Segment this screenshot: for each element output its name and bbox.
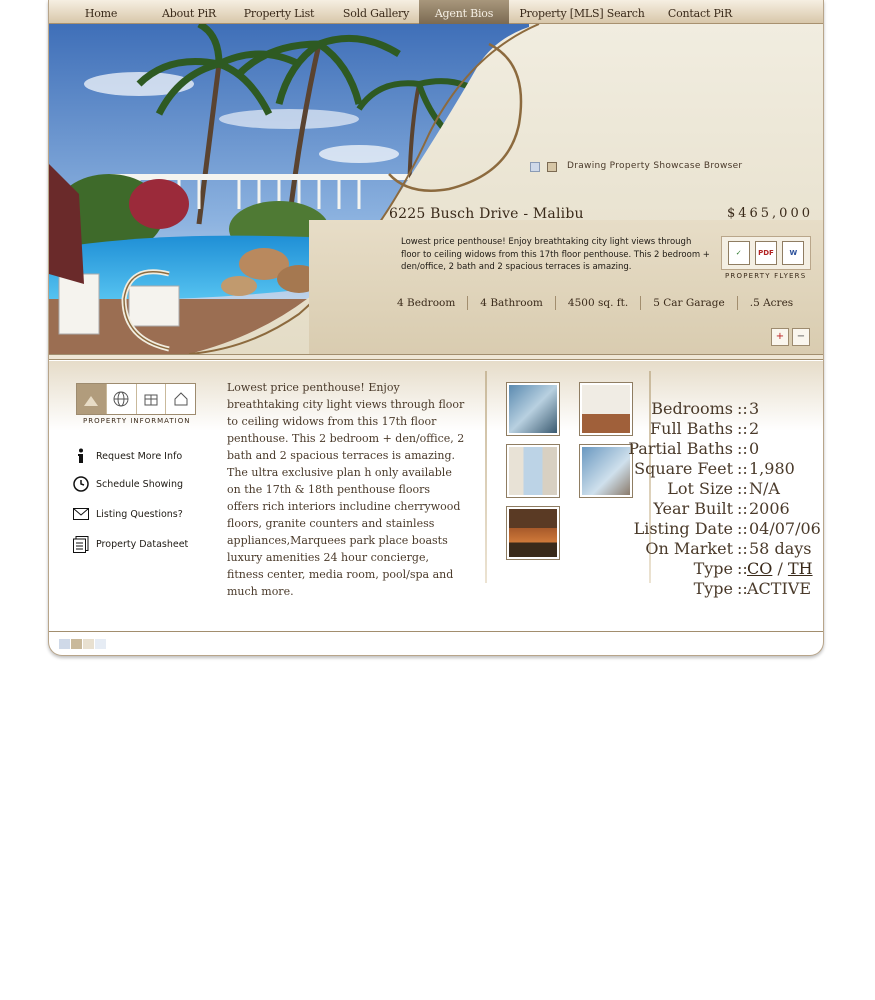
request-info-label: Request More Info [96, 450, 183, 462]
thumbnail-4[interactable] [579, 444, 633, 498]
property-datasheet-label: Property Datasheet [96, 538, 189, 550]
footer-divider [49, 631, 823, 632]
column-divider [485, 371, 487, 583]
nav-contact[interactable]: Contact PiR [655, 0, 745, 24]
fact-value: 2006 [749, 499, 790, 518]
word-icon[interactable]: W [782, 241, 805, 265]
fact-separator: :: [737, 499, 748, 518]
fact-value: 3 [749, 399, 760, 418]
fact-label: Type [693, 559, 733, 578]
fact-label: On Market [645, 539, 733, 558]
swatch-blue[interactable] [59, 639, 70, 649]
fact-value: 1,980 [749, 459, 795, 478]
fact-separator: :: [737, 459, 748, 478]
spec-bar: 4 Bedroom 4 Bathroom 4500 sq. ft. 5 Car … [385, 296, 805, 310]
thumbnail-5[interactable] [506, 506, 560, 560]
info-icon [71, 447, 90, 465]
clock-icon [71, 475, 90, 493]
zoom-in-icon[interactable]: + [771, 328, 789, 346]
zoom-out-icon[interactable]: − [792, 328, 810, 346]
thumbnail-2[interactable] [579, 382, 633, 436]
fact-value: ACTIVE [747, 579, 812, 598]
fact-value: CO / TH [747, 559, 813, 578]
listing-questions-link[interactable]: Listing Questions? [71, 505, 183, 523]
fact-value: 0 [749, 439, 760, 458]
swatch-cream[interactable] [83, 639, 94, 649]
thumbnail-3[interactable] [506, 444, 560, 498]
type-separator: / [777, 559, 783, 578]
tab-photo-icon[interactable] [77, 384, 107, 414]
property-info-label: PROPERTY INFORMATION [83, 417, 191, 425]
browser-next-icon[interactable] [547, 162, 557, 172]
fact-separator: :: [737, 399, 748, 418]
property-info-tabs [76, 383, 196, 415]
fact-separator: :: [737, 439, 748, 458]
swatch-tan[interactable] [71, 639, 82, 649]
spec-acres: .5 Acres [749, 297, 794, 309]
nav-property-list[interactable]: Property List [225, 0, 333, 24]
fact-value: N/A [749, 479, 780, 498]
type-co-link[interactable]: CO [747, 559, 772, 578]
spec-garage: 5 Car Garage [641, 296, 738, 310]
color-swatches [59, 639, 106, 649]
property-description: Lowest price penthouse! Enjoy breathtaki… [227, 381, 465, 598]
property-details: PROPERTY INFORMATION Request More Info S… [49, 361, 823, 631]
showcase-browser-label[interactable]: Drawing Property Showcase Browser [567, 161, 742, 171]
house-icon[interactable] [166, 384, 195, 414]
browser-prev-icon[interactable] [530, 162, 540, 172]
property-flyers-label: PROPERTY FLYERS [725, 272, 807, 280]
property-datasheet-link[interactable]: Property Datasheet [71, 535, 188, 553]
print-icon[interactable]: ✓ [727, 241, 750, 265]
top-navigation: Home About PiR Property List Sold Galler… [49, 0, 823, 24]
property-address: 6225 Busch Drive - Malibu [389, 206, 584, 222]
nav-mls-search[interactable]: Property [MLS] Search [509, 0, 655, 24]
pdf-icon[interactable]: PDF [754, 241, 777, 265]
fact-label: Full Baths [650, 419, 733, 438]
schedule-showing-label: Schedule Showing [96, 478, 183, 490]
listing-questions-label: Listing Questions? [96, 508, 183, 520]
request-info-link[interactable]: Request More Info [71, 447, 182, 465]
swatch-light[interactable] [95, 639, 106, 649]
fact-separator: :: [737, 419, 748, 438]
hero-divider [49, 354, 823, 360]
fact-label: Type [693, 579, 733, 598]
nav-sold-gallery[interactable]: Sold Gallery [333, 0, 419, 24]
fact-label: Square Feet [634, 459, 733, 478]
nav-agent-bios[interactable]: Agent Bios [419, 0, 509, 24]
nav-about[interactable]: About PiR [153, 0, 225, 24]
spec-bedrooms: 4 Bedroom [385, 296, 469, 310]
fact-label: Lot Size [667, 479, 733, 498]
short-description: Lowest price penthouse! Enjoy breathtaki… [401, 237, 710, 272]
spec-bathrooms: 4 Bathroom [468, 296, 556, 310]
fact-separator: :: [737, 519, 748, 538]
property-flyers: ✓ PDF W [721, 236, 811, 270]
thumbnail-1[interactable] [506, 382, 560, 436]
type-th-link[interactable]: TH [788, 559, 813, 578]
fact-value: 2 [749, 419, 760, 438]
fact-separator: :: [737, 479, 748, 498]
fact-value: 04/07/06 [749, 519, 821, 538]
fact-label: Bedrooms [651, 399, 733, 418]
datasheet-icon [71, 535, 90, 553]
fact-value: 58 days [749, 539, 812, 558]
envelope-icon [71, 505, 90, 523]
fact-label: Listing Date [633, 519, 733, 538]
nav-home[interactable]: Home [49, 0, 153, 24]
globe-icon[interactable] [107, 384, 137, 414]
property-price: $465,000 [726, 206, 813, 221]
fact-separator: :: [737, 539, 748, 558]
hero-banner: Drawing Property Showcase Browser 6225 B… [49, 24, 823, 354]
spec-square-feet: 4500 sq. ft. [556, 296, 642, 310]
page-frame: Home About PiR Property List Sold Galler… [48, 0, 824, 656]
schedule-showing-link[interactable]: Schedule Showing [71, 475, 183, 493]
building-icon[interactable] [137, 384, 167, 414]
fact-label: Year Built [653, 499, 733, 518]
fact-label: Partial Baths [628, 439, 733, 458]
